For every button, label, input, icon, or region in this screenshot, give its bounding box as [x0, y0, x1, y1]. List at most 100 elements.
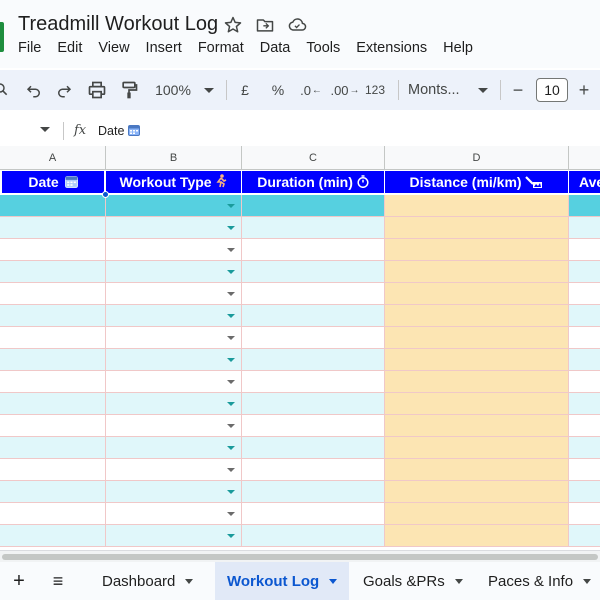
table-cell[interactable] — [106, 305, 242, 327]
table-cell[interactable] — [0, 481, 106, 503]
menu-file[interactable]: File — [18, 40, 41, 60]
table-cell[interactable] — [242, 393, 385, 415]
increase-decimal-button[interactable]: .00 → — [330, 78, 360, 102]
dropdown-chip-icon[interactable] — [227, 468, 235, 472]
table-cell[interactable] — [385, 327, 569, 349]
more-formats-button[interactable]: 123 — [362, 78, 388, 102]
table-cell[interactable] — [106, 503, 242, 525]
table-cell[interactable] — [569, 239, 600, 261]
table-cell[interactable] — [385, 503, 569, 525]
redo-icon[interactable] — [54, 78, 74, 102]
table-cell[interactable] — [0, 371, 106, 393]
decrease-font-size-button[interactable]: − — [508, 78, 528, 102]
menu-view[interactable]: View — [98, 40, 129, 60]
dropdown-chip-icon[interactable] — [227, 314, 235, 318]
table-cell[interactable] — [569, 195, 600, 217]
tab-paces-info[interactable]: Paces & Info — [476, 562, 600, 600]
table-cell[interactable] — [385, 239, 569, 261]
table-cell[interactable] — [106, 195, 242, 217]
add-sheet-button[interactable]: + — [10, 562, 28, 600]
search-menus-icon[interactable] — [0, 78, 12, 102]
table-cell[interactable] — [569, 459, 600, 481]
zoom-caret-icon[interactable] — [202, 78, 216, 102]
dropdown-chip-icon[interactable] — [227, 446, 235, 450]
move-folder-icon[interactable] — [254, 14, 276, 36]
table-cell[interactable] — [242, 195, 385, 217]
table-cell[interactable] — [385, 525, 569, 547]
sheets-logo-icon[interactable] — [0, 22, 4, 52]
table-cell[interactable] — [385, 261, 569, 283]
table-cell[interactable] — [242, 217, 385, 239]
table-cell[interactable] — [242, 327, 385, 349]
dropdown-chip-icon[interactable] — [227, 270, 235, 274]
table-cell[interactable] — [242, 349, 385, 371]
menu-format[interactable]: Format — [198, 40, 244, 60]
column-header-a[interactable]: A — [0, 146, 106, 170]
cloud-status-icon[interactable] — [286, 14, 308, 36]
dropdown-chip-icon[interactable] — [227, 292, 235, 296]
header-cell-average[interactable]: Ave — [569, 171, 600, 193]
table-cell[interactable] — [106, 327, 242, 349]
menu-data[interactable]: Data — [260, 40, 291, 60]
table-cell[interactable] — [106, 525, 242, 547]
table-cell[interactable] — [106, 261, 242, 283]
table-cell[interactable] — [569, 415, 600, 437]
formula-input[interactable]: Date — [98, 124, 140, 139]
menu-help[interactable]: Help — [443, 40, 473, 60]
table-cell[interactable] — [569, 503, 600, 525]
table-cell[interactable] — [106, 393, 242, 415]
dropdown-chip-icon[interactable] — [227, 358, 235, 362]
tab-caret-icon[interactable] — [329, 578, 338, 584]
tab-dashboard[interactable]: Dashboard — [90, 562, 205, 600]
table-cell[interactable] — [0, 349, 106, 371]
table-cell[interactable] — [0, 525, 106, 547]
table-cell[interactable] — [106, 459, 242, 481]
dropdown-chip-icon[interactable] — [227, 424, 235, 428]
all-sheets-button[interactable]: ≡ — [48, 562, 68, 600]
table-cell[interactable] — [106, 283, 242, 305]
table-cell[interactable] — [569, 437, 600, 459]
table-cell[interactable] — [569, 283, 600, 305]
table-cell[interactable] — [569, 261, 600, 283]
table-cell[interactable] — [385, 371, 569, 393]
table-cell[interactable] — [569, 393, 600, 415]
table-cell[interactable] — [0, 283, 106, 305]
decrease-decimal-button[interactable]: .0 ← — [298, 78, 324, 102]
tab-workout-log[interactable]: Workout Log — [215, 562, 350, 600]
table-cell[interactable] — [106, 371, 242, 393]
dropdown-chip-icon[interactable] — [227, 534, 235, 538]
table-cell[interactable] — [242, 481, 385, 503]
table-cell[interactable] — [242, 437, 385, 459]
table-cell[interactable] — [106, 415, 242, 437]
font-family-select[interactable]: Monts... — [408, 78, 468, 102]
tab-caret-icon[interactable] — [185, 578, 194, 584]
table-cell[interactable] — [106, 217, 242, 239]
table-cell[interactable] — [0, 195, 106, 217]
table-cell[interactable] — [385, 415, 569, 437]
dropdown-chip-icon[interactable] — [227, 402, 235, 406]
table-cell[interactable] — [569, 327, 600, 349]
table-cell[interactable] — [106, 239, 242, 261]
tab-caret-icon[interactable] — [454, 578, 463, 584]
menu-edit[interactable]: Edit — [57, 40, 82, 60]
table-cell[interactable] — [385, 305, 569, 327]
table-cell[interactable] — [242, 239, 385, 261]
table-cell[interactable] — [106, 349, 242, 371]
header-cell-workout-type[interactable]: Workout Type — [106, 171, 242, 193]
zoom-select[interactable]: 100% — [150, 78, 196, 102]
dropdown-chip-icon[interactable] — [227, 204, 235, 208]
header-cell-distance[interactable]: Distance (mi/km) — [385, 171, 569, 193]
table-cell[interactable] — [0, 459, 106, 481]
menu-extensions[interactable]: Extensions — [356, 40, 427, 60]
dropdown-chip-icon[interactable] — [227, 512, 235, 516]
table-cell[interactable] — [385, 437, 569, 459]
table-cell[interactable] — [0, 239, 106, 261]
format-percent-button[interactable]: % — [268, 78, 288, 102]
table-cell[interactable] — [242, 305, 385, 327]
table-cell[interactable] — [0, 415, 106, 437]
table-cell[interactable] — [0, 327, 106, 349]
table-cell[interactable] — [385, 459, 569, 481]
table-cell[interactable] — [106, 481, 242, 503]
table-cell[interactable] — [385, 217, 569, 239]
header-cell-duration[interactable]: Duration (min) — [242, 171, 385, 193]
